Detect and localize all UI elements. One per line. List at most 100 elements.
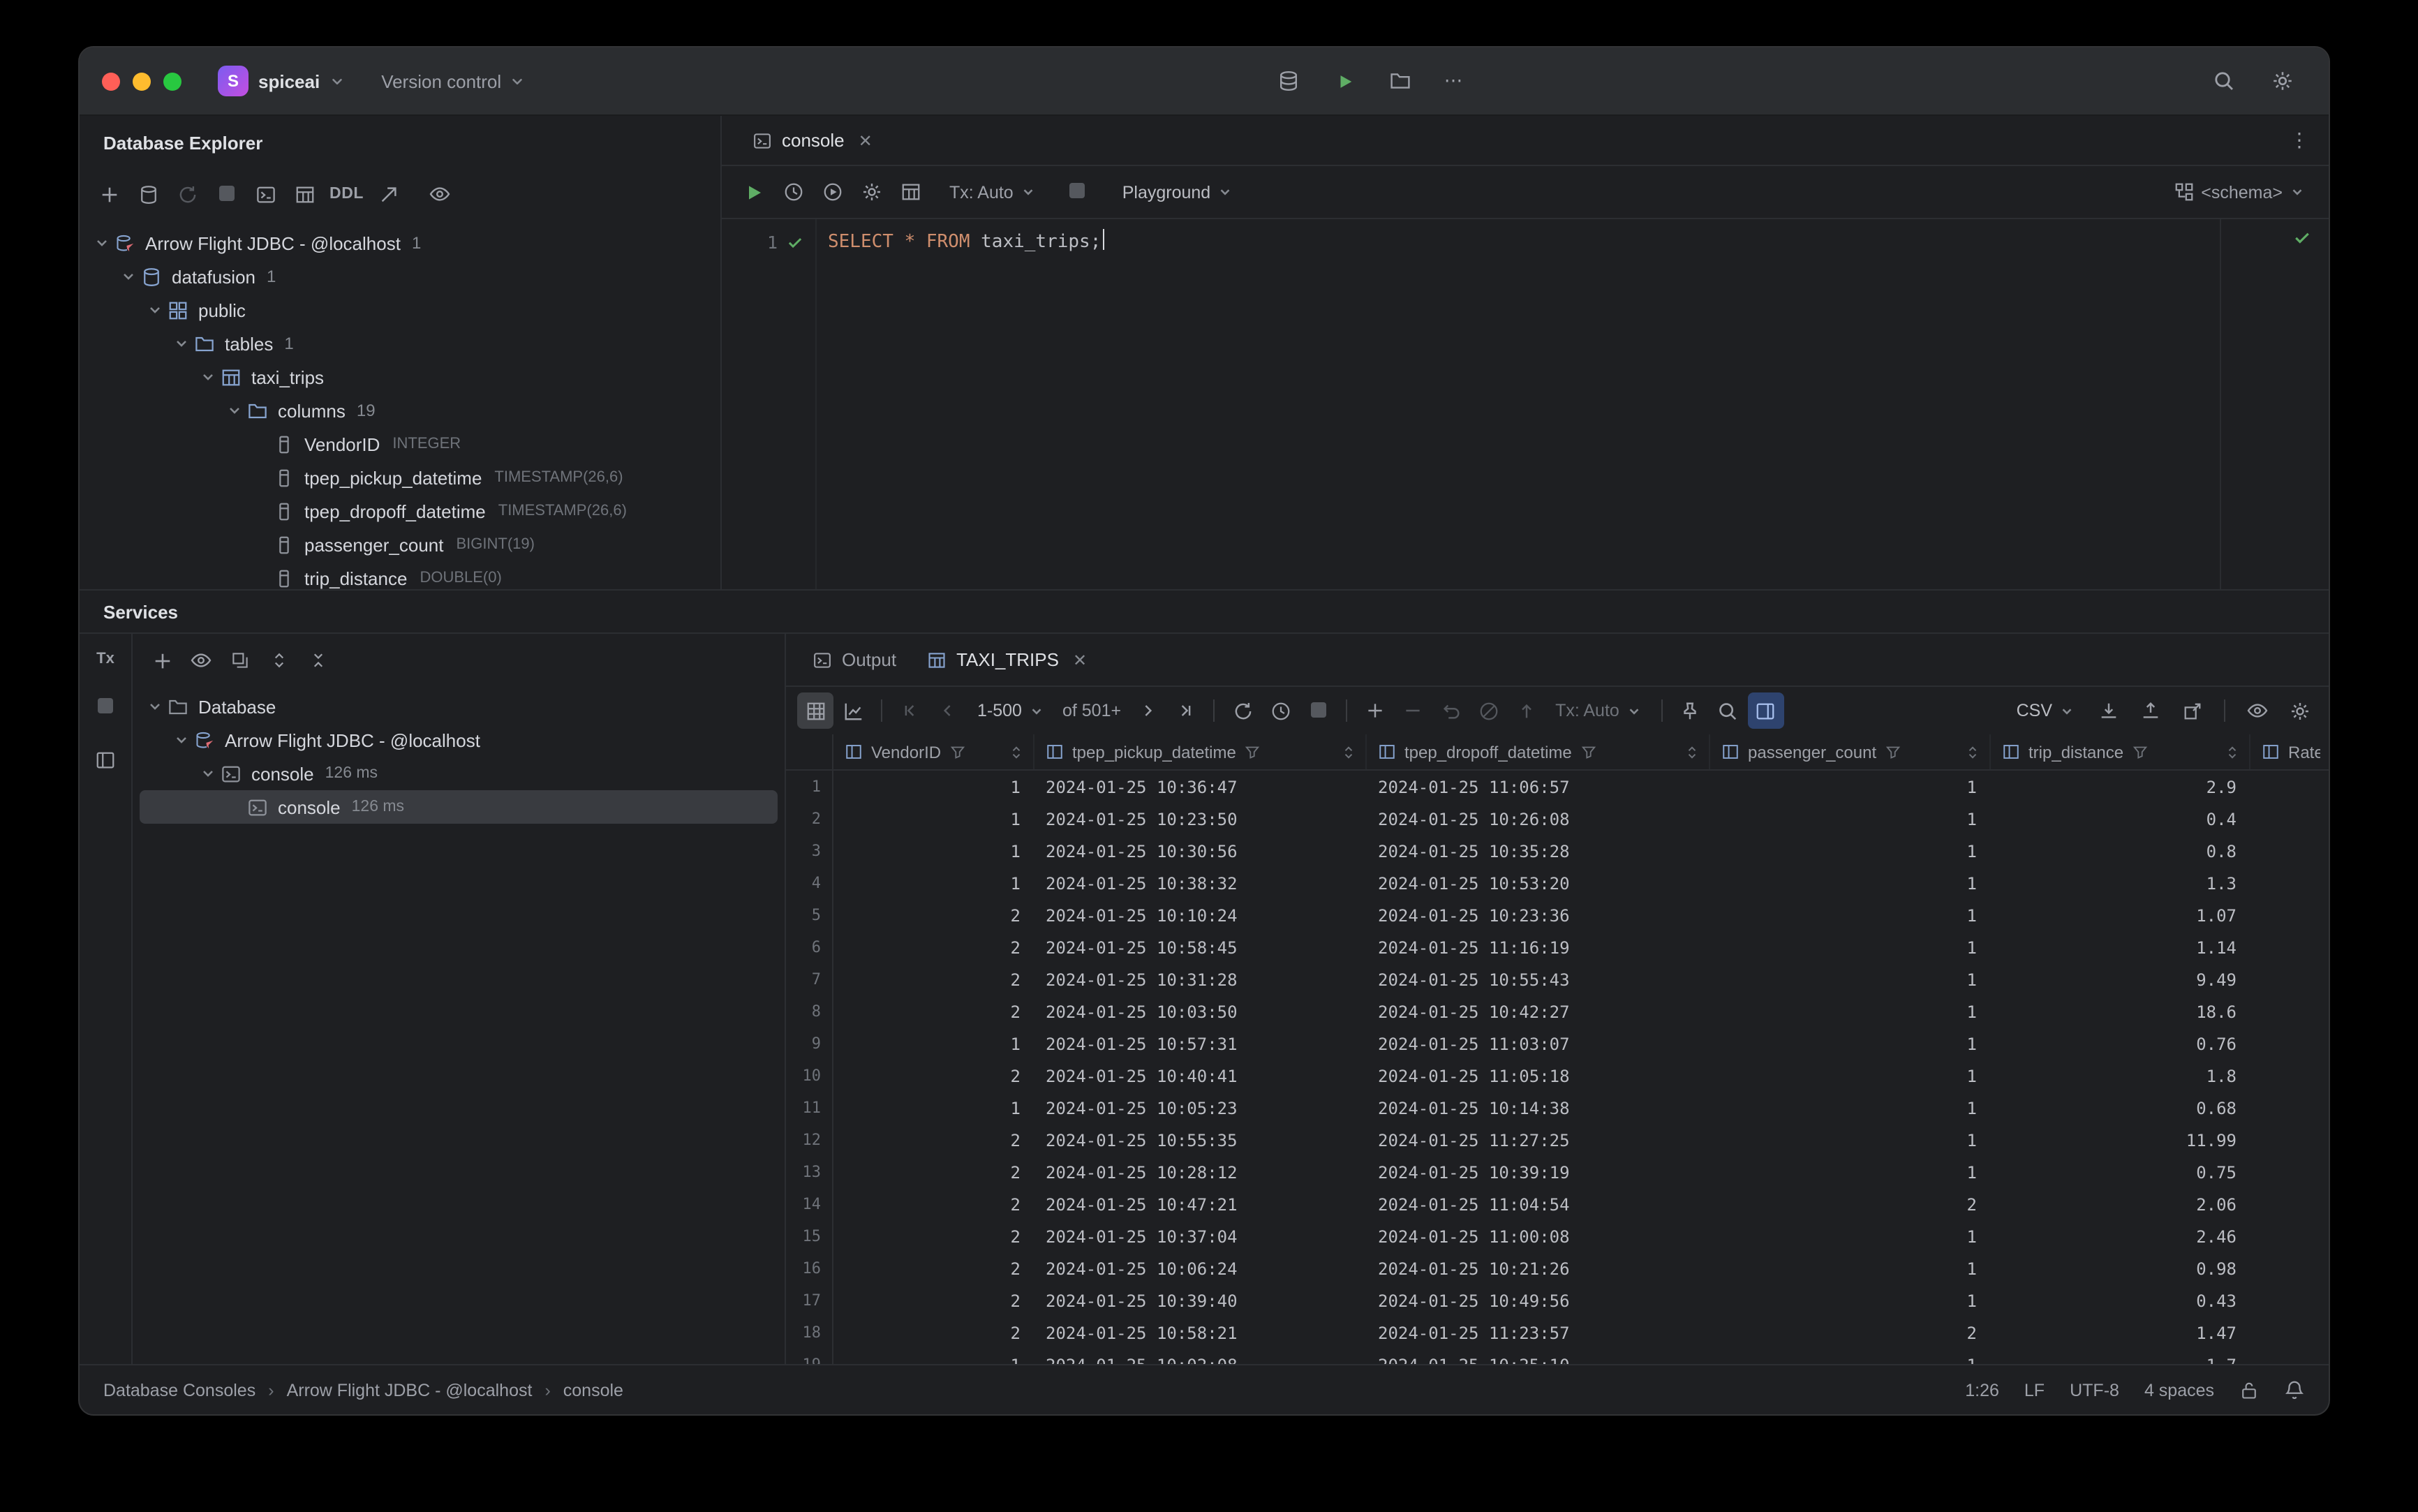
cell-rate[interactable]: [2250, 835, 2329, 867]
prev-page-button[interactable]: [930, 692, 966, 729]
chart-view-button[interactable]: [835, 692, 871, 729]
vcs-widget[interactable]: Version control: [370, 65, 536, 97]
stop-button[interactable]: [1060, 174, 1096, 210]
tree-item-tables-folder[interactable]: tables 1: [80, 327, 720, 360]
new-table-button[interactable]: [286, 176, 322, 212]
filter-icon[interactable]: [2132, 743, 2149, 760]
tab-console[interactable]: console ✕: [739, 116, 887, 165]
cell-vendor-id[interactable]: 1: [833, 1028, 1034, 1060]
cell-trip-distance[interactable]: 18.6: [1991, 995, 2250, 1028]
breadcrumb-item[interactable]: console: [563, 1380, 623, 1400]
cell-passenger-count[interactable]: 1: [1710, 995, 1991, 1028]
cell-pickup-datetime[interactable]: 2024-01-25 10:37:04: [1034, 1220, 1367, 1252]
cell-dropoff-datetime[interactable]: 2024-01-25 11:05:18: [1367, 1060, 1710, 1092]
cell-dropoff-datetime[interactable]: 2024-01-25 10:39:19: [1367, 1156, 1710, 1188]
cell-vendor-id[interactable]: 1: [833, 867, 1034, 899]
cell-rate[interactable]: [2250, 995, 2329, 1028]
cell-pickup-datetime[interactable]: 2024-01-25 10:28:12: [1034, 1156, 1367, 1188]
cell-vendor-id[interactable]: 2: [833, 1284, 1034, 1317]
add-datasource-button[interactable]: [91, 176, 127, 212]
table-row[interactable]: 17 2 2024-01-25 10:39:40 2024-01-25 10:4…: [786, 1284, 2329, 1317]
datasource-properties-button[interactable]: [130, 176, 166, 212]
file-encoding[interactable]: UTF-8: [2070, 1380, 2119, 1400]
pin-tab-button[interactable]: [1672, 692, 1709, 729]
cell-vendor-id[interactable]: 2: [833, 1252, 1034, 1284]
structure-panel-button[interactable]: [1747, 692, 1784, 729]
ddl-button[interactable]: DDL: [325, 176, 368, 212]
filter-icon[interactable]: [1885, 743, 1901, 760]
sort-icon[interactable]: [1340, 743, 1357, 760]
compare-button[interactable]: [1470, 692, 1506, 729]
cell-vendor-id[interactable]: 2: [833, 1060, 1034, 1092]
cell-passenger-count[interactable]: 1: [1710, 803, 1991, 835]
grid-settings-button[interactable]: [2281, 692, 2317, 729]
sort-icon[interactable]: [1008, 743, 1025, 760]
stop-all-button[interactable]: [91, 692, 119, 720]
code-line[interactable]: SELECT * FROM taxi_trips;: [817, 219, 2329, 589]
cell-passenger-count[interactable]: 2: [1710, 1317, 1991, 1349]
close-icon[interactable]: ✕: [1073, 650, 1087, 669]
cell-passenger-count[interactable]: 1: [1710, 835, 1991, 867]
cell-pickup-datetime[interactable]: 2024-01-25 10:02:08: [1034, 1349, 1367, 1364]
services-item-console-result-selected[interactable]: console 126 ms: [140, 790, 778, 824]
cell-pickup-datetime[interactable]: 2024-01-25 10:58:45: [1034, 931, 1367, 963]
cell-pickup-datetime[interactable]: 2024-01-25 10:30:56: [1034, 835, 1367, 867]
cell-vendor-id[interactable]: 2: [833, 963, 1034, 995]
sort-icon[interactable]: [1684, 743, 1700, 760]
cell-rate[interactable]: [2250, 1220, 2329, 1252]
cell-pickup-datetime[interactable]: 2024-01-25 10:05:23: [1034, 1092, 1367, 1124]
cell-pickup-datetime[interactable]: 2024-01-25 10:23:50: [1034, 803, 1367, 835]
cell-vendor-id[interactable]: 1: [833, 1092, 1034, 1124]
cell-passenger-count[interactable]: 1: [1710, 1252, 1991, 1284]
breadcrumb-item[interactable]: Database Consoles: [103, 1380, 255, 1400]
tree-item-column[interactable]: trip_distance DOUBLE(0): [80, 561, 720, 589]
tree-item-column[interactable]: tpep_pickup_datetime TIMESTAMP(26,6): [80, 461, 720, 494]
cell-vendor-id[interactable]: 2: [833, 1188, 1034, 1220]
chevron-down-icon[interactable]: [197, 369, 219, 385]
cell-passenger-count[interactable]: 1: [1710, 1092, 1991, 1124]
table-row[interactable]: 15 2 2024-01-25 10:37:04 2024-01-25 11:0…: [786, 1220, 2329, 1252]
import-button[interactable]: [2132, 692, 2168, 729]
collapse-all-button[interactable]: [300, 642, 336, 679]
tx-strip-icon[interactable]: Tx: [96, 651, 114, 667]
cell-pickup-datetime[interactable]: 2024-01-25 10:36:47: [1034, 771, 1367, 803]
cell-vendor-id[interactable]: 1: [833, 771, 1034, 803]
cell-passenger-count[interactable]: 1: [1710, 1220, 1991, 1252]
cell-passenger-count[interactable]: 1: [1710, 1156, 1991, 1188]
stop-query-button[interactable]: [1300, 692, 1336, 729]
column-header[interactable]: tpep_dropoff_datetime: [1367, 734, 1710, 769]
cell-rate[interactable]: [2250, 1060, 2329, 1092]
indent-setting[interactable]: 4 spaces: [2144, 1380, 2214, 1400]
table-row[interactable]: 6 2 2024-01-25 10:58:45 2024-01-25 11:16…: [786, 931, 2329, 963]
line-ending[interactable]: LF: [2024, 1380, 2045, 1400]
delete-row-button[interactable]: [1395, 692, 1431, 729]
table-row[interactable]: 3 1 2024-01-25 10:30:56 2024-01-25 10:35…: [786, 835, 2329, 867]
cell-rate[interactable]: [2250, 1284, 2329, 1317]
tree-item-column[interactable]: passenger_count BIGINT(19): [80, 528, 720, 561]
cell-dropoff-datetime[interactable]: 2024-01-25 10:21:26: [1367, 1252, 1710, 1284]
cell-passenger-count[interactable]: 1: [1710, 867, 1991, 899]
last-page-button[interactable]: [1167, 692, 1203, 729]
cell-passenger-count[interactable]: 1: [1710, 931, 1991, 963]
editor-options-kebab[interactable]: ⋮: [2290, 128, 2329, 152]
cell-vendor-id[interactable]: 1: [833, 1349, 1034, 1364]
cell-rate[interactable]: [2250, 867, 2329, 899]
chevron-down-icon[interactable]: [117, 268, 140, 285]
cell-pickup-datetime[interactable]: 2024-01-25 10:38:32: [1034, 867, 1367, 899]
cell-passenger-count[interactable]: 1: [1710, 963, 1991, 995]
cell-trip-distance[interactable]: 9.49: [1991, 963, 2250, 995]
cell-vendor-id[interactable]: 2: [833, 1220, 1034, 1252]
services-layout-button[interactable]: [91, 746, 120, 773]
search-everywhere-button[interactable]: [2206, 63, 2242, 99]
cell-dropoff-datetime[interactable]: 2024-01-25 10:25:10: [1367, 1349, 1710, 1364]
code-editor[interactable]: 1 SELECT * FROM taxi_trips;: [722, 219, 2329, 589]
cell-passenger-count[interactable]: 2: [1710, 1188, 1991, 1220]
chevron-down-icon[interactable]: [170, 335, 193, 352]
cell-pickup-datetime[interactable]: 2024-01-25 10:06:24: [1034, 1252, 1367, 1284]
chevron-down-icon[interactable]: [170, 732, 193, 748]
submit-changes-button[interactable]: [1508, 692, 1544, 729]
open-in-new-tab-button[interactable]: [222, 642, 258, 679]
column-header[interactable]: tpep_pickup_datetime: [1034, 734, 1367, 769]
add-row-button[interactable]: [1357, 692, 1393, 729]
run-configuration-widget[interactable]: [1323, 64, 1365, 98]
